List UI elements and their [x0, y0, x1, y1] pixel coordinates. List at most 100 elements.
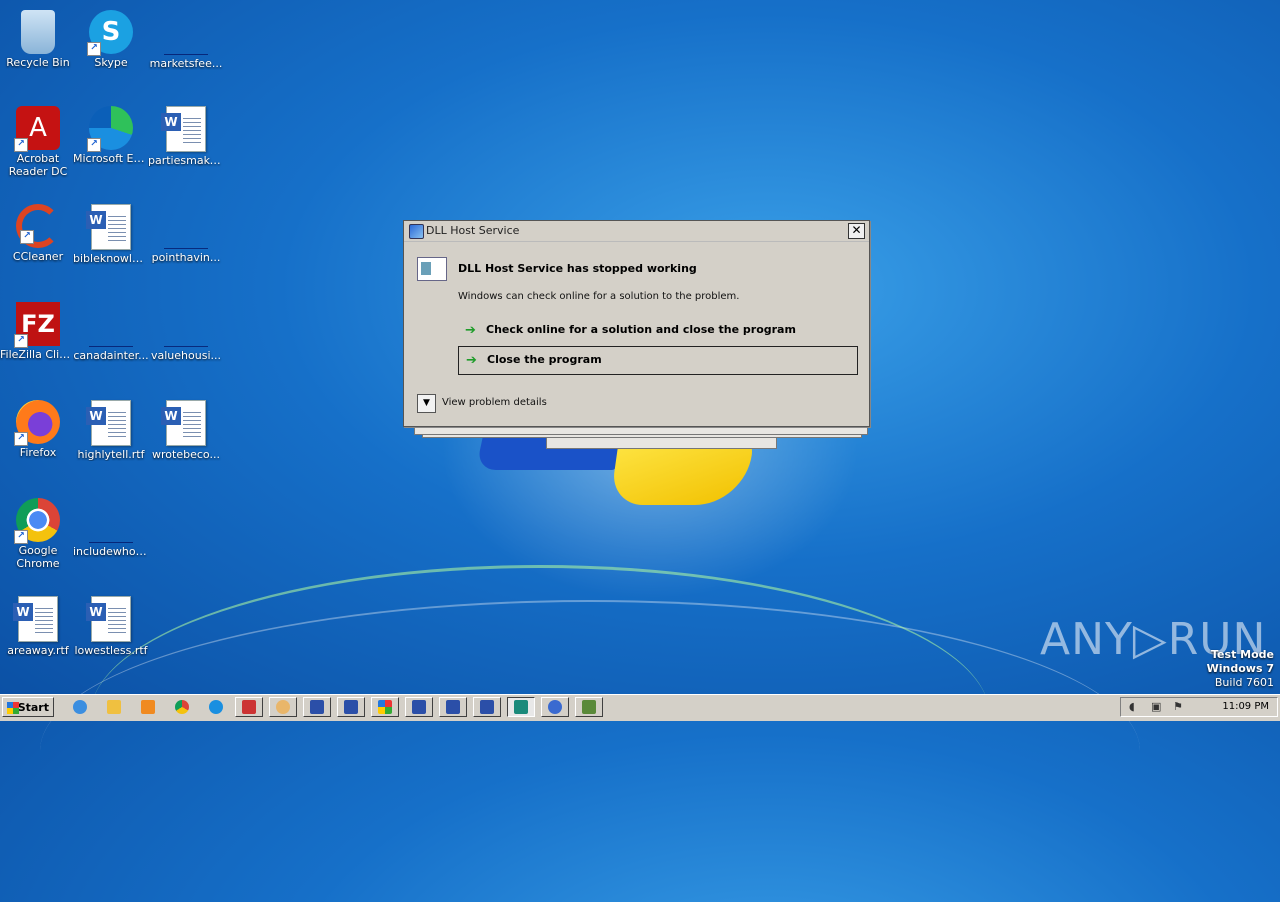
taskbar-task[interactable] — [371, 697, 399, 717]
desktop-icon-label: Firefox — [19, 446, 57, 459]
filezilla-icon: FZ ↗ — [14, 302, 60, 348]
word-doc-icon: W — [86, 204, 131, 250]
test-mode-label: Test Mode — [1211, 648, 1274, 661]
quicklaunch-ie[interactable] — [66, 697, 94, 717]
green-arrow-icon: ➔ — [466, 353, 477, 368]
desktop-icon-recycle-bin[interactable]: Recycle Bin — [0, 4, 76, 94]
ccleaner-icon: ↗ — [16, 204, 60, 248]
desktop-icon-partiesmake[interactable]: W partiesmake... — [148, 100, 224, 190]
desktop-icon-highlytell[interactable]: W highlytell.rtf — [73, 394, 149, 484]
app-window-icon — [344, 700, 358, 714]
desktop-icon-filezilla[interactable]: FZ ↗ FileZilla Client — [0, 296, 76, 386]
desktop-icon-skype[interactable]: S ↗ Skype — [73, 4, 149, 94]
taskbar-task[interactable] — [337, 697, 365, 717]
quicklaunch-chrome[interactable] — [168, 697, 196, 717]
desktop-icon-marketsfee[interactable]: marketsfee... — [148, 4, 224, 94]
desktop-icon-ccleaner[interactable]: ↗ CCleaner — [0, 198, 76, 288]
quicklaunch-explorer[interactable] — [100, 697, 128, 717]
quicklaunch-media[interactable] — [134, 697, 162, 717]
desktop-icon-label: CCleaner — [12, 250, 64, 263]
error-dialog: DLL Host Service ✕ DLL Host Service has … — [403, 220, 870, 427]
windows-logo-icon — [7, 702, 19, 714]
blank-file-icon — [164, 34, 208, 55]
desktop-icon-label: lowestless.rtf — [74, 644, 148, 657]
app-window-icon — [412, 700, 426, 714]
desktop-icon-includewhol[interactable]: includewhol... — [73, 492, 149, 582]
taskbar-task[interactable] — [405, 697, 433, 717]
app-window-icon — [409, 224, 424, 239]
error-heading: DLL Host Service has stopped working — [458, 262, 697, 275]
system-tray: ◖ ▣ ⚑ 11:09 PM — [1120, 697, 1278, 717]
word-doc-icon: W — [86, 400, 131, 446]
clock[interactable]: 11:09 PM — [1222, 701, 1269, 712]
blank-file-icon — [164, 326, 208, 347]
error-subtext: Windows can check online for a solution … — [458, 291, 740, 302]
app-window-icon — [480, 700, 494, 714]
desktop-icon-label: partiesmake... — [148, 154, 224, 167]
close-program-label: Close the program — [487, 353, 602, 366]
chrome-icon — [175, 700, 189, 714]
firefox-icon: ↗ — [14, 400, 60, 446]
taskbar-task[interactable] — [439, 697, 467, 717]
start-button[interactable]: Start — [2, 697, 54, 717]
desktop-icon-label: canadainter... — [73, 349, 149, 362]
network-icon[interactable]: ▣ — [1151, 701, 1163, 713]
taskbar-task[interactable] — [235, 697, 263, 717]
word-doc-icon: W — [86, 596, 131, 642]
taskbar: Start ◖ ▣ ⚑ 11:09 PM — [0, 694, 1280, 721]
edge-icon — [209, 700, 223, 714]
desktop-icon-areaway[interactable]: W areaway.rtf — [0, 590, 76, 680]
taskbar-task[interactable] — [541, 697, 569, 717]
word-doc-icon: W — [161, 400, 206, 446]
desktop-icon-wrotebeco[interactable]: W wrotebeco... — [148, 394, 224, 484]
desktop-icon-chrome[interactable]: ↗ Google Chrome — [0, 492, 76, 582]
close-program-button[interactable]: ➔ Close the program — [458, 346, 858, 375]
dialog-titlebar[interactable]: DLL Host Service ✕ — [404, 221, 869, 242]
desktop-icon-label: Acrobat Reader DC — [8, 152, 68, 178]
media-player-icon — [141, 700, 155, 714]
dialog-title: DLL Host Service — [426, 224, 520, 237]
word-doc-icon: W — [13, 596, 58, 642]
check-online-button[interactable]: ➔ Check online for a solution and close … — [458, 317, 856, 344]
app-window-icon — [582, 700, 596, 714]
desktop-icon-valuehousi[interactable]: valuehousi... — [148, 296, 224, 386]
taskbar-task[interactable] — [575, 697, 603, 717]
blank-file-icon — [89, 522, 133, 543]
test-mode-watermark: Test Mode Windows 7 Build 7601 — [1207, 648, 1274, 690]
desktop-icon-firefox[interactable]: ↗ Firefox — [0, 394, 76, 484]
desktop-icon-acrobat[interactable]: A ↗ Acrobat Reader DC — [0, 100, 76, 190]
close-button[interactable]: ✕ — [848, 223, 865, 239]
desktop-icon-label: valuehousi... — [151, 349, 221, 362]
desktop-icon-label: highlytell.rtf — [77, 448, 145, 461]
action-center-flag-icon[interactable]: ⚑ — [1173, 701, 1185, 713]
desktop-icon-label: marketsfee... — [149, 57, 223, 70]
acrobat-icon: A ↗ — [14, 106, 60, 152]
desktop-icon-edge[interactable]: ↗ Microsoft Edge — [73, 100, 149, 190]
app-window-icon — [446, 700, 460, 714]
desktop-icon-label: wrotebeco... — [152, 448, 220, 461]
desktop-icon-label: pointhavin... — [151, 251, 221, 264]
taskbar-task[interactable] — [473, 697, 501, 717]
quicklaunch-edge[interactable] — [202, 697, 230, 717]
taskbar-task-active[interactable] — [507, 697, 535, 717]
desktop-icon-label: FileZilla Client — [0, 348, 76, 361]
folder-icon — [107, 700, 121, 714]
chrome-icon: ↗ — [14, 498, 60, 544]
taskbar-task[interactable] — [303, 697, 331, 717]
skype-icon: S ↗ — [87, 10, 133, 56]
desktop-icon-label: includewhol... — [73, 545, 149, 558]
internet-explorer-icon — [73, 700, 87, 714]
expand-details-button[interactable]: ▼ — [417, 394, 436, 413]
bird-icon — [548, 700, 562, 714]
volume-icon[interactable]: ◖ — [1129, 701, 1141, 713]
build-label: Build 7601 — [1214, 676, 1274, 689]
taskbar-task[interactable] — [269, 697, 297, 717]
desktop-icon-bibleknowle[interactable]: W bibleknowle... — [73, 198, 149, 288]
desktop-icon-lowestless[interactable]: W lowestless.rtf — [73, 590, 149, 680]
desktop-icon-label: Google Chrome — [16, 544, 60, 570]
desktop-icon-pointhavin[interactable]: pointhavin... — [148, 198, 224, 288]
desktop-icon-canadainter[interactable]: canadainter... — [73, 296, 149, 386]
error-app-icon — [417, 257, 447, 281]
edge-icon: ↗ — [87, 106, 133, 152]
view-details-label[interactable]: View problem details — [442, 397, 547, 408]
